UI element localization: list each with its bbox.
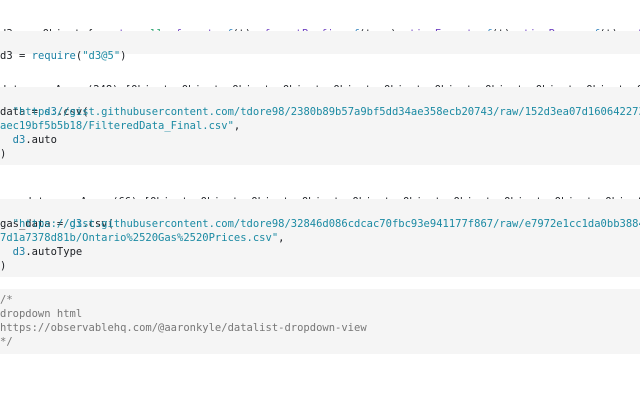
comment-line-1[interactable]: /* [0, 293, 640, 307]
gas-code-line-4[interactable]: d3.autoType [0, 245, 640, 259]
data-code-line-4[interactable]: d3.auto [0, 133, 640, 147]
gas-code-line-3[interactable]: 7d1a7378d81b/Ontario%2520Gas%2520Prices.… [0, 231, 640, 245]
gas-code-line-2[interactable]: "https://gist.githubusercontent.com/tdor… [0, 217, 640, 231]
url-string-cont: aec19bf5b5b18/FilteredData_Final.csv" [0, 120, 234, 132]
url-string: "https://gist.githubusercontent.com/tdor… [12, 218, 640, 230]
close-paren: ) [0, 260, 7, 272]
d3-ref: d3 [12, 246, 26, 258]
module-string: "d3@5" [82, 50, 121, 62]
comment-line-3[interactable]: https://observablehq.com/@aaronkyle/data… [0, 321, 640, 335]
data-code-line-5[interactable]: ) [0, 147, 640, 161]
auto-prop: auto [31, 134, 57, 146]
d3-code-line[interactable]: d3 = require("d3@5") [0, 35, 640, 63]
d3-ref: d3 [12, 134, 26, 146]
autotype-prop: autoType [31, 246, 83, 258]
data-code-line-2[interactable]: "https://gist.githubusercontent.com/tdor… [0, 105, 640, 119]
url-string-cont: 7d1a7378d81b/Ontario%2520Gas%2520Prices.… [0, 232, 279, 244]
comment-line-2[interactable]: dropdown html [0, 307, 640, 321]
gas-code-line-5[interactable]: ) [0, 259, 640, 273]
require-call: require [31, 50, 76, 62]
d3-code-name: d3 [0, 50, 13, 62]
comment-line-4[interactable]: */ [0, 335, 640, 349]
url-string: "https://gist.githubusercontent.com/tdor… [12, 106, 640, 118]
close-paren: ) [0, 148, 7, 160]
data-code-line-3[interactable]: aec19bf5b5b18/FilteredData_Final.csv", [0, 119, 640, 133]
